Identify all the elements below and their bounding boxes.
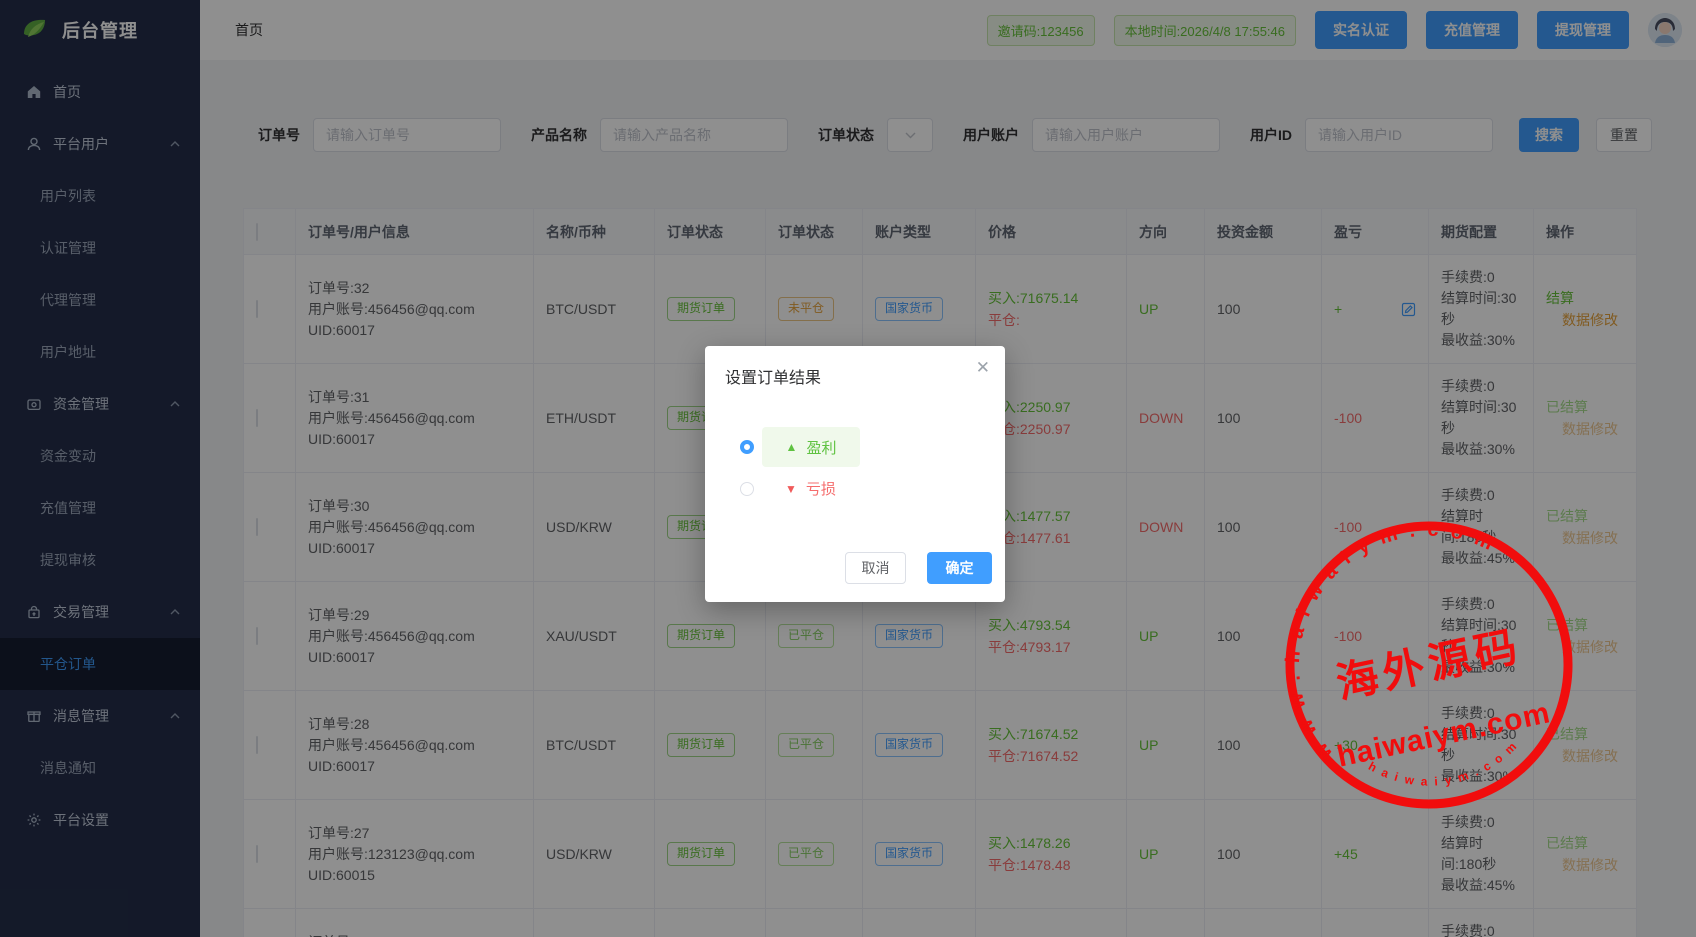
loss-radio[interactable] — [740, 482, 754, 496]
close-icon[interactable]: ✕ — [976, 359, 990, 376]
triangle-down-icon: ▼ — [785, 482, 797, 496]
loss-label: 亏损 — [806, 478, 836, 499]
dialog-title: 设置订单结果 — [725, 364, 985, 388]
loss-option-row: ▼ 亏损 — [740, 478, 985, 499]
profit-radio[interactable] — [740, 440, 754, 454]
profit-option[interactable]: ▲ 盈利 — [762, 427, 860, 467]
profit-label: 盈利 — [806, 437, 836, 458]
dialog-footer: 取消 确定 — [845, 552, 992, 584]
confirm-button[interactable]: 确定 — [927, 552, 992, 584]
profit-option-row: ▲ 盈利 — [740, 427, 985, 467]
cancel-button[interactable]: 取消 — [845, 552, 906, 584]
admin-screen: 后台管理 首页 平台用户 用户列表 认证管理 代理管理 用户地址 资金管理 资金… — [0, 0, 1696, 937]
loss-option[interactable]: ▼ 亏损 — [785, 478, 836, 499]
set-order-result-dialog: 设置订单结果 ✕ ▲ 盈利 ▼ 亏损 取消 确定 — [705, 346, 1005, 602]
triangle-up-icon: ▲ — [786, 440, 798, 454]
